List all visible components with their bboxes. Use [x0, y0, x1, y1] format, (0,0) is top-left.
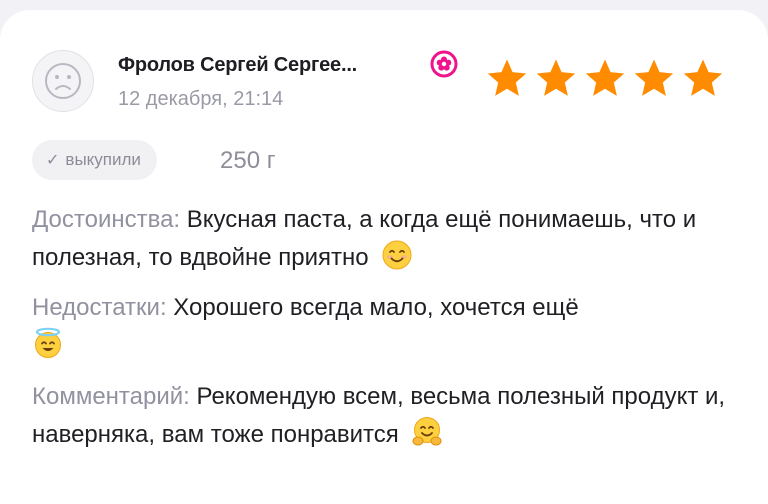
avatar[interactable] — [32, 50, 94, 112]
star-icon — [536, 59, 576, 96]
hugging-face-icon — [412, 417, 442, 446]
review-card: Фролов Сергей Сергее... 12 декабря, 21:1… — [0, 10, 768, 504]
purchase-badge: ✓ выкупили — [32, 140, 157, 180]
star-icon — [683, 59, 723, 96]
purchase-badge-label: выкупили — [65, 150, 141, 169]
checkmark-icon: ✓ — [46, 152, 60, 169]
rating-stars — [484, 56, 726, 102]
flower-badge-icon — [430, 50, 458, 78]
pros-label: Достоинства: — [32, 206, 181, 233]
pros-section: Достоинства: Вкусная паста, а когда ещё … — [32, 201, 742, 277]
sad-face-icon — [45, 63, 81, 99]
comment-section: Комментарий: Рекомендую всем, весьма пол… — [32, 378, 742, 454]
halo-face-icon — [35, 327, 61, 358]
star-icon — [634, 59, 674, 96]
cons-section: Недостатки: Хорошего всегда мало, хочетс… — [32, 289, 742, 365]
author-name[interactable]: Фролов Сергей Сергее... — [118, 54, 357, 77]
comment-label: Комментарий: — [32, 383, 190, 410]
smiling-face-icon — [382, 240, 412, 270]
star-icon — [487, 59, 527, 96]
product-variant: 250 г — [220, 147, 276, 174]
cons-text: Хорошего всегда мало, хочется ещё — [166, 294, 579, 321]
star-icon — [585, 59, 625, 96]
review-date: 12 декабря, 21:14 — [118, 88, 284, 110]
cons-label: Недостатки: — [32, 294, 167, 321]
